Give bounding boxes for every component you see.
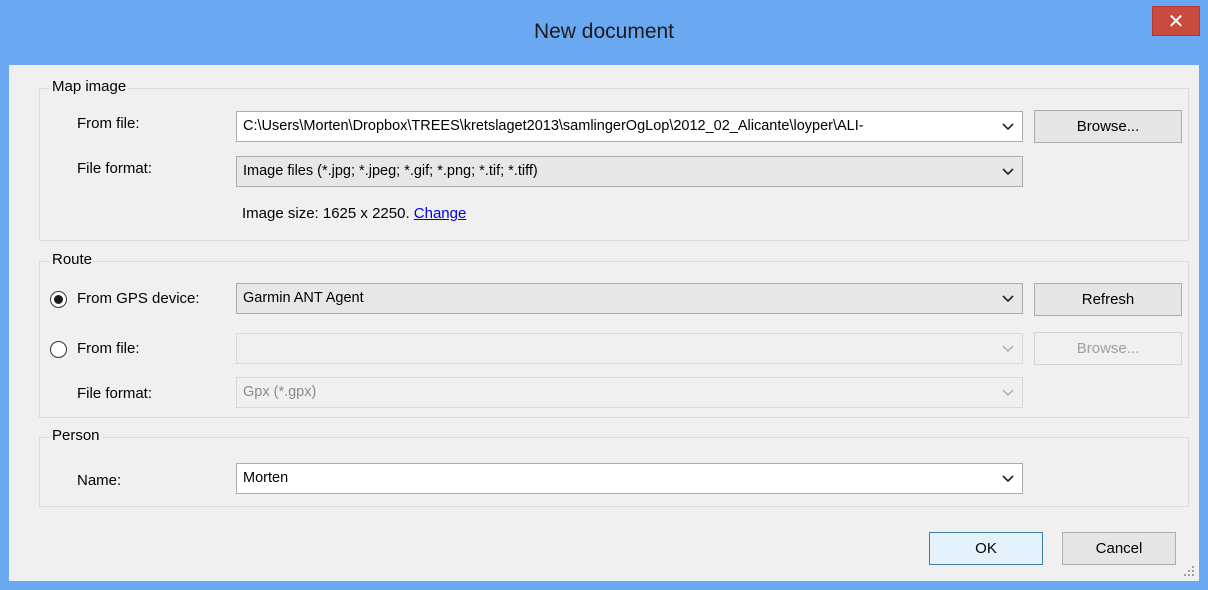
refresh-button[interactable]: Refresh	[1034, 283, 1182, 316]
route-file-format-combo[interactable]: Gpx (*.gpx)	[236, 377, 1023, 408]
window-title: New document	[533, 20, 675, 43]
route-file-format-label: File format:	[77, 385, 153, 402]
change-size-link[interactable]: Change	[414, 205, 467, 222]
title-bar[interactable]: New document ✕	[0, 0, 1208, 60]
map-file-format-label: File format:	[77, 160, 153, 177]
resize-grip-icon[interactable]	[1183, 565, 1195, 577]
route-browse-button[interactable]: Browse...	[1034, 332, 1182, 365]
person-group-label: Person	[50, 427, 102, 444]
dialog-window: New document ✕ Map image From file: C:\U…	[0, 0, 1208, 590]
map-from-file-combo[interactable]: C:\Users\Morten\Dropbox\TREES\kretslaget…	[236, 111, 1023, 142]
gps-device-value: Garmin ANT Agent	[243, 290, 364, 306]
gps-device-label[interactable]: From GPS device:	[77, 290, 200, 307]
chevron-down-icon[interactable]	[994, 464, 1022, 493]
map-file-format-value: Image files (*.jpg; *.jpeg; *.gif; *.png…	[243, 163, 538, 179]
chevron-down-icon[interactable]	[994, 284, 1022, 313]
cancel-button[interactable]: Cancel	[1062, 532, 1176, 565]
map-browse-button[interactable]: Browse...	[1034, 110, 1182, 143]
radio-selected-icon[interactable]	[50, 291, 67, 308]
person-name-combo[interactable]: Morten	[236, 463, 1023, 494]
map-file-format-combo[interactable]: Image files (*.jpg; *.jpeg; *.gif; *.png…	[236, 156, 1023, 187]
map-image-group-label: Map image	[50, 78, 129, 95]
route-file-format-value: Gpx (*.gpx)	[243, 384, 317, 400]
chevron-down-icon[interactable]	[994, 157, 1022, 186]
gps-device-combo[interactable]: Garmin ANT Agent	[236, 283, 1023, 314]
image-size-text: Image size: 1625 x 2250.	[242, 205, 410, 222]
map-from-file-label: From file:	[77, 115, 140, 132]
dialog-client-area: Map image From file: C:\Users\Morten\Dro…	[9, 65, 1199, 581]
route-from-file-combo[interactable]	[236, 333, 1023, 364]
person-name-label: Name:	[77, 472, 122, 489]
map-from-file-value: C:\Users\Morten\Dropbox\TREES\kretslaget…	[243, 118, 864, 134]
close-button[interactable]: ✕	[1152, 6, 1200, 36]
route-group-label: Route	[50, 251, 95, 268]
radio-unselected-icon[interactable]	[50, 341, 67, 358]
route-from-file-label[interactable]: From file:	[77, 340, 140, 357]
image-size-row: Image size: 1625 x 2250. Change	[242, 205, 466, 222]
chevron-down-icon[interactable]	[994, 112, 1022, 141]
close-icon: ✕	[1167, 11, 1185, 33]
ok-button[interactable]: OK	[929, 532, 1043, 565]
chevron-down-icon[interactable]	[994, 378, 1022, 407]
person-name-value: Morten	[243, 470, 289, 486]
chevron-down-icon[interactable]	[994, 334, 1022, 363]
